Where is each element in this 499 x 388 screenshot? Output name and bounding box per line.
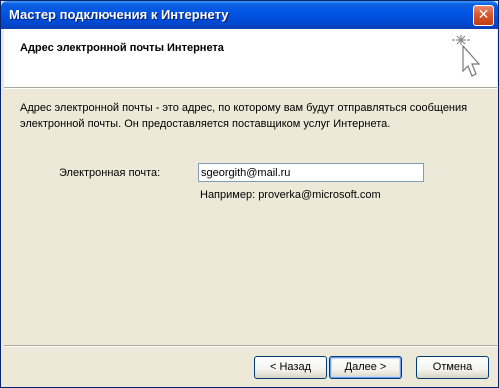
description-text: Адрес электронной почты - это адрес, по … — [20, 102, 468, 130]
email-label: Электронная почта: — [59, 167, 161, 179]
window-title: Мастер подключения к Интернету — [9, 7, 229, 22]
email-field[interactable] — [198, 163, 424, 182]
back-button[interactable]: < Назад — [254, 356, 327, 379]
wizard-header: Адрес электронной почты Интернета — [4, 29, 497, 88]
close-button[interactable]: ✕ — [473, 5, 494, 26]
header-separator — [4, 87, 497, 89]
next-button[interactable]: Далее > — [329, 356, 402, 379]
wizard-window: Мастер подключения к Интернету ✕ Адрес э… — [0, 0, 499, 388]
cancel-button[interactable]: Отмена — [416, 356, 489, 379]
footer-separator — [4, 345, 497, 347]
title-bar[interactable]: Мастер подключения к Интернету ✕ — [1, 1, 498, 29]
close-icon: ✕ — [477, 7, 490, 23]
email-example-hint: Например: proverka@microsoft.com — [200, 189, 381, 201]
page-title: Адрес электронной почты Интернета — [20, 42, 224, 54]
wizard-sparkle-cursor-icon — [452, 35, 481, 77]
